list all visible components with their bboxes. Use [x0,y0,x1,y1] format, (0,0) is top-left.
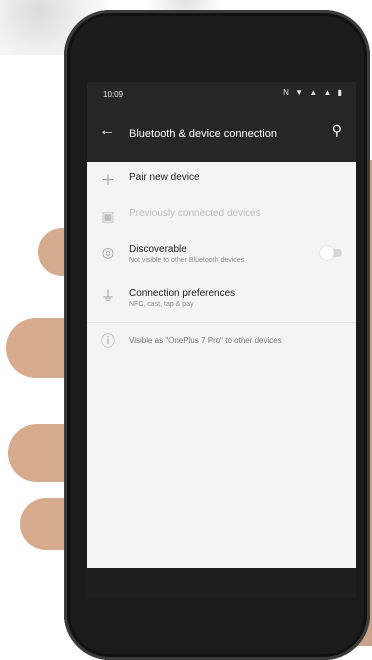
plus-icon: ＋ [101,172,115,188]
item-sub: Not visible to other Bluetooth devices [129,257,245,264]
toggle-knob [320,246,334,260]
discoverable-icon: ◎ [101,244,115,260]
settings-list: ＋ Pair new device ▣ Previously connected… [87,162,356,359]
info-icon: ⓘ [101,333,115,349]
item-label: Discoverable [129,244,187,255]
item-label: Previously connected devices [129,208,261,219]
pair-new-device-item[interactable]: ＋ Pair new device [87,162,356,198]
item-label: Visible as "OnePlus 7 Pro" to other devi… [129,336,282,345]
connection-preferences-icon: ⏚ [101,288,115,304]
previously-connected-item[interactable]: ▣ Previously connected devices [87,198,356,234]
devices-icon: ▣ [101,208,115,224]
back-arrow-icon[interactable]: ← [99,122,115,140]
visible-as-item: ⓘ Visible as "OnePlus 7 Pro" to other de… [87,323,356,359]
page-title: Bluetooth & device connection [129,128,277,140]
status-icons: N ▼ ▲ ▲ ▮ [283,88,344,97]
search-icon[interactable]: ⚲ [332,122,342,139]
connection-preferences-item[interactable]: ⏚ Connection preferences NFC, cast, tap … [87,278,356,322]
app-bar: ← Bluetooth & device connection ⚲ [87,106,356,162]
status-time: 10:09 [103,90,124,99]
discoverable-toggle[interactable] [320,246,342,260]
item-label: Connection preferences [129,288,236,299]
item-sub: NFC, cast, tap & pay [129,301,194,308]
bottom-bezel [87,568,356,598]
discoverable-item[interactable]: ◎ Discoverable Not visible to other Blue… [87,234,356,278]
item-label: Pair new device [129,172,200,183]
phone-screen: 10:09 N ▼ ▲ ▲ ▮ ← Bluetooth & device con… [87,82,356,596]
status-bar: 10:09 N ▼ ▲ ▲ ▮ [87,82,356,106]
